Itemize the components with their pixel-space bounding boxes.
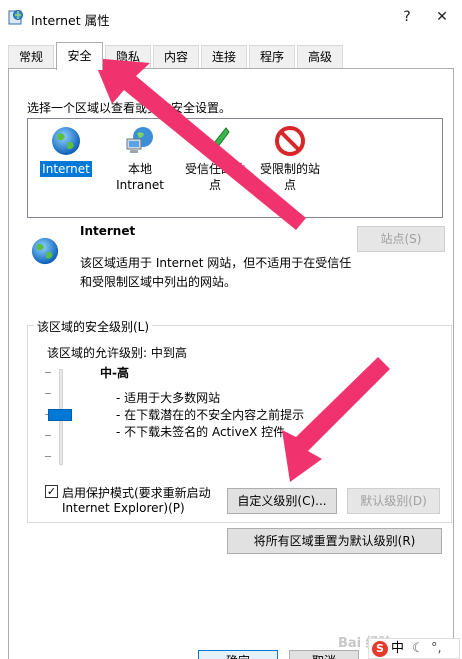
zone-list: Internet 本地 Intranet 受信任的站 点 受限制的站 点 [27, 118, 443, 218]
default-level-button[interactable]: 默认级别(D) [347, 488, 440, 514]
zone-title: Internet [80, 224, 136, 238]
security-level-group-title: 该区域的安全级别(L) [34, 318, 153, 335]
zone-label: 本地 Intranet [116, 162, 164, 192]
checkmark-icon [201, 127, 230, 153]
window-title: Internet 属性 [31, 13, 110, 28]
zone-description-line1: 该区域适用于 Internet 网站，但不适用于在受信任 [80, 256, 352, 270]
moon-icon[interactable]: ☾ [412, 641, 424, 656]
tab-content[interactable]: 内容 [153, 45, 199, 69]
slider-tick [45, 372, 51, 373]
zone-trusted-sites[interactable]: 受信任的站 点 [180, 125, 250, 193]
internet-options-icon [8, 10, 23, 25]
slider-tick [45, 435, 51, 436]
tab-advanced[interactable]: 高级 [297, 45, 343, 69]
allowed-level-label: 该区域的允许级别: 中到高 [47, 346, 187, 360]
zone-internet[interactable]: Internet [31, 125, 101, 177]
sogou-logo-icon: S [372, 641, 388, 657]
zone-instruction: 选择一个区域以查看或更改安全设置。 [27, 101, 232, 115]
zone-local-intranet[interactable]: 本地 Intranet [105, 125, 175, 193]
protected-mode-label-line1: 启用保护模式(要求重新启动 [62, 486, 211, 500]
protected-mode-label-line2: Internet Explorer)(P) [62, 501, 185, 515]
tab-programs[interactable]: 程序 [249, 45, 295, 69]
slider-tick [45, 456, 51, 457]
ime-toolbar[interactable]: S中 ☾ °, 🎤 [368, 638, 460, 659]
tab-connections[interactable]: 连接 [201, 45, 247, 69]
security-level-name: 中-高 [100, 366, 129, 380]
ime-mode[interactable]: 中 [391, 641, 404, 656]
tab-general[interactable]: 常规 [8, 45, 54, 69]
sites-button[interactable]: 站点(S) [357, 226, 445, 252]
security-slider-thumb[interactable] [48, 409, 72, 421]
zone-description-line2: 和受限制区域中列出的网站。 [80, 275, 237, 289]
no-entry-icon [275, 126, 305, 156]
reset-all-zones-button[interactable]: 将所有区域重置为默认级别(R) [227, 528, 442, 554]
level-bullet-1: - 适用于大多数网站 [116, 391, 221, 405]
title-bar: Internet 属性 ? ✕ [0, 0, 462, 34]
zone-label: 受限制的站 点 [259, 162, 320, 192]
intranet-icon [126, 127, 153, 153]
globe-icon [52, 127, 80, 155]
slider-tick [45, 393, 51, 394]
tab-privacy[interactable]: 隐私 [105, 45, 151, 69]
close-button[interactable]: ✕ [430, 6, 454, 28]
punctuation-icon[interactable]: °, [431, 641, 442, 656]
level-bullet-3: - 不下载未签名的 ActiveX 控件 [116, 425, 286, 439]
tab-security[interactable]: 安全 [56, 42, 103, 70]
zone-restricted-sites[interactable]: 受限制的站 点 [255, 125, 325, 193]
cancel-button[interactable]: 取消 [289, 650, 359, 659]
zone-label: Internet [40, 161, 92, 177]
ok-button[interactable]: 确定 [198, 650, 278, 659]
protected-mode-checkbox[interactable]: ✓ [45, 485, 58, 498]
globe-icon [31, 237, 59, 265]
zone-label: 受信任的站 点 [184, 162, 245, 192]
tab-strip: 常规 安全 隐私 内容 连接 程序 高级 [8, 42, 460, 70]
help-button[interactable]: ? [395, 6, 419, 28]
custom-level-button[interactable]: 自定义级别(C)... [227, 488, 337, 514]
level-bullet-2: - 在下载潜在的不安全内容之前提示 [116, 408, 305, 422]
